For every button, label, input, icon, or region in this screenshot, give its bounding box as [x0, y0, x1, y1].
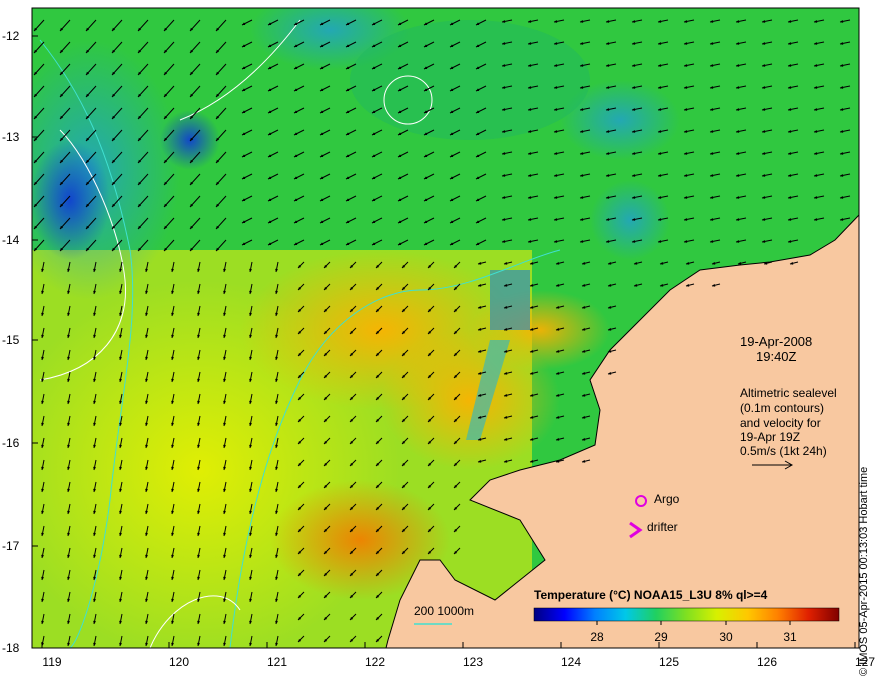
colorbar-title: Temperature (°C) NOAA15_L3U 8% ql>=4	[534, 588, 768, 602]
lat-tick-label: -12	[2, 29, 20, 43]
lat-tick-label: -18	[2, 641, 20, 655]
altimetric-line-5: 0.5m/s (1kt 24h)	[740, 444, 827, 458]
altimetric-line-1: Altimetric sealevel	[740, 386, 837, 400]
lon-tick-label: 120	[169, 655, 189, 669]
lon-tick-label: 124	[561, 655, 581, 669]
argo-label: Argo	[654, 492, 680, 506]
altimetric-line-2: (0.1m contours)	[740, 401, 825, 415]
lat-tick-label: -16	[2, 436, 20, 450]
altimetric-line-3: and velocity for	[740, 416, 821, 430]
lon-tick-label: 126	[757, 655, 777, 669]
colorbar-tick-label: 29	[654, 630, 668, 644]
colorbar-tick-label: 30	[719, 630, 733, 644]
lat-tick-label: -17	[2, 539, 20, 553]
colorbar-tick-label: 31	[783, 630, 797, 644]
map-time: 19:40Z	[756, 349, 797, 364]
lon-tick-label: 119	[42, 655, 61, 669]
lat-tick-label: -13	[2, 130, 20, 144]
credit-text: © IMOS 05-Apr-2015 00:13:03 Hobart time	[858, 466, 870, 676]
colorbar-tick-label: 28	[590, 630, 604, 644]
lon-tick-label: 123	[463, 655, 483, 669]
lat-tick-label: -14	[2, 233, 20, 247]
bathymetry-label: 200 1000m	[414, 604, 475, 618]
lon-tick-label: 125	[659, 655, 679, 669]
lon-tick-label: 122	[365, 655, 385, 669]
lat-tick-label: -15	[2, 333, 20, 347]
altimetric-line-4: 19-Apr 19Z	[740, 430, 801, 444]
drifter-label: drifter	[647, 520, 678, 534]
map-date: 19-Apr-2008	[740, 334, 813, 349]
colorbar	[533, 607, 840, 622]
lon-tick-label: 121	[267, 655, 287, 669]
